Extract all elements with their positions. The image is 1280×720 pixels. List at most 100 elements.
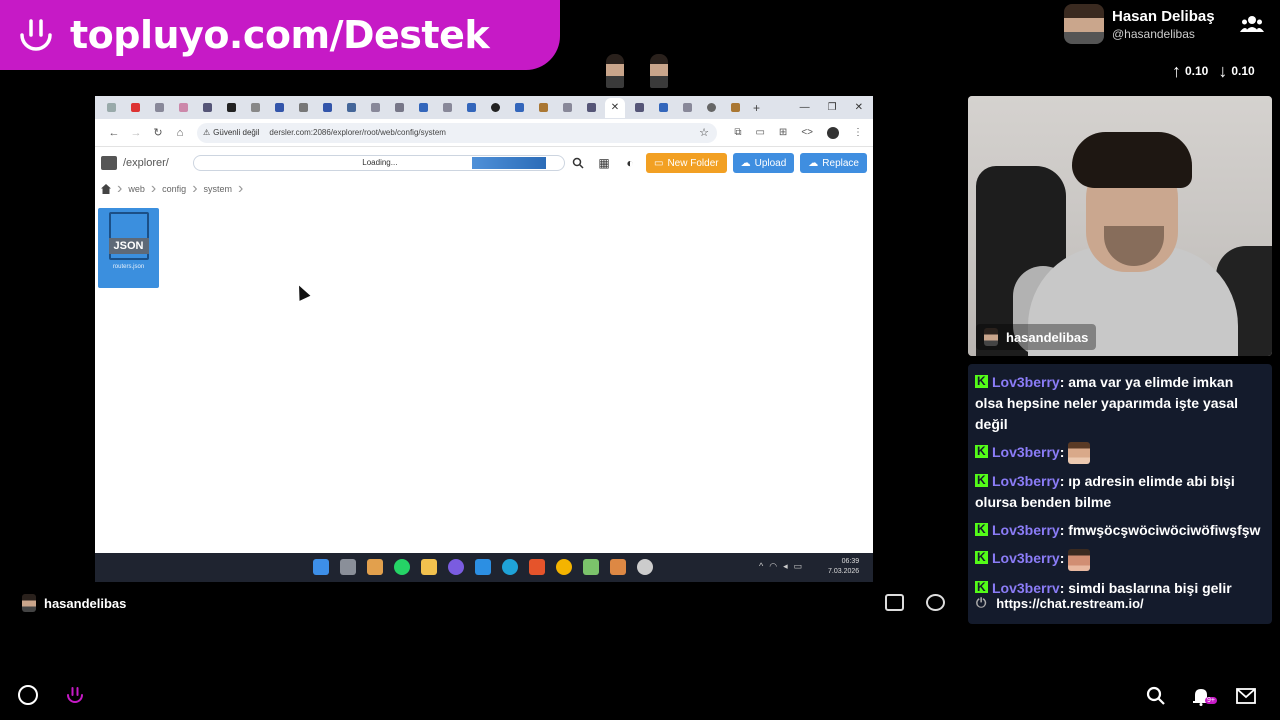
emote-face-icon (1068, 442, 1091, 465)
browser-tab[interactable] (653, 101, 673, 115)
forward-icon[interactable]: → (125, 127, 147, 139)
taskview-icon[interactable] (340, 559, 356, 575)
browser-tab[interactable] (197, 101, 217, 115)
viewer-avatars (606, 54, 668, 88)
browser-tab[interactable] (725, 101, 745, 115)
battery-icon[interactable]: ▭ (794, 561, 803, 572)
bookmark-star-icon[interactable]: ☆ (699, 126, 709, 139)
replace-button[interactable]: ☁ Replace (800, 153, 867, 173)
url-input[interactable]: ⚠ Güvenli değil dersler.com:2086/explore… (197, 122, 717, 143)
restore-icon[interactable]: ❐ (828, 102, 837, 113)
browser-tab[interactable] (341, 101, 361, 115)
active-browser-tab[interactable]: ✕ (605, 97, 625, 118)
menu-icon[interactable]: ⋮ (853, 127, 863, 138)
browser-tab[interactable] (557, 101, 577, 115)
breadcrumb-item[interactable]: system (204, 184, 233, 194)
browser-tab[interactable] (101, 101, 121, 115)
mail-icon[interactable] (1236, 688, 1256, 709)
browser-tab[interactable] (701, 101, 721, 115)
edge-icon[interactable] (502, 559, 518, 575)
browser-tab[interactable] (437, 101, 457, 115)
explorer-toolbar: /explorer/ Loading... ▦ ◐ ▭ New Folder ☁… (95, 149, 873, 177)
browser-tab[interactable] (269, 101, 289, 115)
app-icon[interactable] (448, 559, 464, 575)
globe-icon[interactable] (18, 685, 38, 705)
reload-icon[interactable]: ↻ (147, 126, 169, 139)
browser-tab[interactable] (629, 101, 649, 115)
security-label: Güvenli değil (213, 128, 260, 137)
wifi-icon[interactable]: ◠ (769, 561, 777, 572)
folder-icon: ▭ (654, 157, 664, 169)
browser-tab[interactable] (125, 101, 145, 115)
clock-date: 7.03.2026 (828, 568, 860, 575)
extensions-icon[interactable]: ⧉ (734, 127, 741, 138)
breadcrumb-item[interactable]: web (128, 184, 145, 194)
volume-icon[interactable]: ◂ (783, 561, 788, 572)
minimize-icon[interactable]: — (800, 102, 810, 113)
file-explorer-icon[interactable] (421, 559, 437, 575)
search-icon[interactable] (1146, 686, 1166, 711)
whatsapp-icon[interactable] (394, 559, 410, 575)
browser-tab[interactable] (293, 101, 313, 115)
clock-time: 06:39 (841, 558, 860, 565)
app-icon[interactable] (583, 559, 599, 575)
grid-view-icon[interactable]: ▦ (594, 153, 614, 173)
apps-icon[interactable]: ⊞ (779, 127, 787, 138)
browser-tab[interactable] (509, 101, 529, 115)
webcam-feed: hasandelibas (968, 96, 1272, 356)
copilot-icon[interactable] (367, 559, 383, 575)
browser-tab[interactable] (173, 101, 193, 115)
browser-tab[interactable] (485, 101, 505, 115)
browser-tab[interactable] (245, 101, 265, 115)
upload-rate: 0.10 (1185, 64, 1209, 78)
new-tab-icon[interactable]: + (753, 101, 760, 115)
system-tray[interactable]: ^ ◠ ◂ ▭ (759, 561, 802, 572)
profile-card[interactable]: Hasan Delibaş @hasandelibas (1064, 4, 1215, 44)
theme-toggle-icon[interactable]: ◐ (620, 153, 640, 173)
brave-icon[interactable] (529, 559, 545, 575)
back-icon[interactable]: ← (103, 127, 125, 139)
browser-tab[interactable] (149, 101, 169, 115)
taskbar-clock[interactable]: 06:39 7.03.2026 (828, 557, 859, 577)
browser-tab[interactable] (677, 101, 697, 115)
vscode-icon[interactable] (475, 559, 491, 575)
chat-source-link[interactable]: ⏻ https://chat.restream.io/ (972, 593, 1148, 613)
chrome-icon[interactable] (556, 559, 572, 575)
chat-message: Lov3berry: (975, 547, 1265, 571)
close-icon[interactable]: ✕ (855, 102, 863, 113)
captions-icon[interactable] (885, 594, 904, 611)
stream-user[interactable]: hasandelibas (22, 594, 126, 612)
browser-tab[interactable] (221, 101, 241, 115)
browser-tab[interactable] (581, 101, 601, 115)
search-icon[interactable] (568, 153, 588, 173)
browser-tab[interactable] (413, 101, 433, 115)
kick-icon (975, 547, 988, 568)
users-icon[interactable] (1240, 14, 1264, 34)
file-tile[interactable]: JSON routers.json (98, 208, 159, 288)
app-icon[interactable] (610, 559, 626, 575)
browser-tab[interactable] (533, 101, 553, 115)
home-icon[interactable] (101, 184, 111, 194)
stream-overlay: topluyo.com/Destek Hasan Delibaş @hasand… (0, 0, 1280, 720)
browser-tab[interactable] (389, 101, 409, 115)
player-controls (885, 594, 945, 611)
devtools-icon[interactable]: <> (801, 127, 813, 138)
new-folder-button[interactable]: ▭ New Folder (646, 153, 727, 173)
start-icon[interactable] (313, 559, 329, 575)
json-file-icon: JSON (108, 212, 149, 260)
screenshot-icon[interactable] (926, 594, 945, 611)
app-icon[interactable] (637, 559, 653, 575)
breadcrumb-item[interactable]: config (162, 184, 186, 194)
browser-tab[interactable] (461, 101, 481, 115)
chat-message: Lov3berry: ama var ya elimde imkan olsa … (975, 371, 1265, 435)
kick-icon (975, 371, 988, 392)
home-icon[interactable]: ⌂ (169, 127, 191, 139)
browser-tab[interactable] (365, 101, 385, 115)
chevron-up-icon[interactable]: ^ (759, 561, 763, 572)
upload-button[interactable]: ☁ Upload (732, 153, 795, 173)
cast-icon[interactable]: ▭ (755, 127, 764, 138)
browser-tab[interactable] (317, 101, 337, 115)
topluyo-logo-icon[interactable] (64, 684, 86, 706)
avatar (606, 54, 624, 88)
profile-icon[interactable] (827, 126, 839, 139)
